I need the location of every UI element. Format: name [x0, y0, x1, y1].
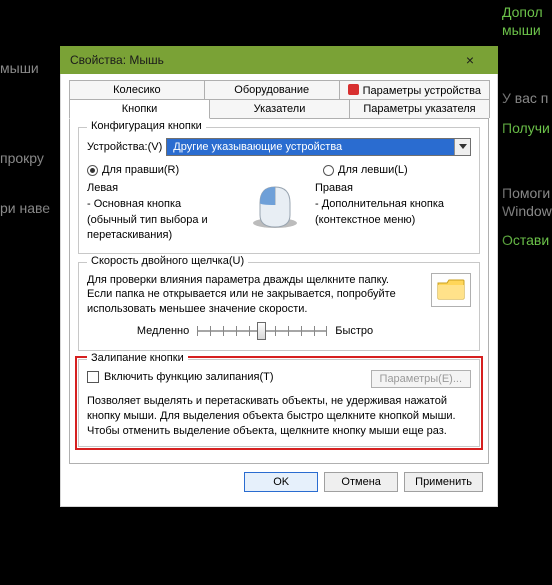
bg-text: Window	[502, 203, 552, 219]
group-double-click: Скорость двойного щелчка(U) Для проверки…	[78, 262, 480, 351]
mouse-icon	[243, 182, 307, 232]
radio-right-label: Для правши(R)	[102, 164, 179, 176]
ok-button[interactable]: OK	[244, 472, 318, 492]
dclick-text: использовать меньшее значение скорости.	[87, 302, 423, 316]
right-desc: - Дополнительная кнопка	[315, 198, 471, 212]
group-click-lock-legend: Залипание кнопки	[87, 352, 188, 364]
devices-label: Устройства:(V)	[87, 141, 162, 153]
tab-device-settings[interactable]: Параметры устройства	[339, 80, 490, 100]
dclick-text: Если папка не открывается или не закрыва…	[87, 287, 423, 301]
left-desc: - Основная кнопка	[87, 198, 243, 212]
radio-right-handed[interactable]: Для правши(R)	[87, 164, 235, 176]
bg-text: У вас п	[502, 90, 548, 106]
slider-fast-label: Быстро	[335, 324, 373, 338]
clicklock-help: кнопку мыши. Для выделения объекта быстр…	[87, 409, 471, 424]
checkbox-icon	[87, 371, 99, 383]
clicklock-params-button: Параметры(E)...	[371, 370, 471, 388]
devices-select-value: Другие указывающие устройства	[173, 141, 342, 153]
right-title: Правая	[315, 182, 471, 196]
tab-wheel[interactable]: Колесико	[69, 80, 205, 100]
left-title: Левая	[87, 182, 243, 196]
bg-text: прокру	[0, 150, 44, 166]
group-click-lock: Залипание кнопки Включить функцию залипа…	[78, 359, 480, 448]
slider-thumb[interactable]	[257, 322, 266, 340]
chevron-down-icon	[454, 139, 470, 155]
devices-select[interactable]: Другие указывающие устройства	[166, 138, 471, 156]
radio-left-label: Для левши(L)	[338, 164, 408, 176]
bg-text: ри наве	[0, 200, 50, 216]
dclick-text: Для проверки влияния параметра дважды ще…	[87, 273, 423, 287]
clicklock-label: Включить функцию залипания(T)	[104, 371, 274, 383]
bg-text: мыши	[502, 22, 541, 38]
left-desc: перетаскивания)	[87, 229, 243, 243]
synaptics-icon	[348, 84, 359, 95]
group-double-click-legend: Скорость двойного щелчка(U)	[87, 255, 248, 267]
radio-left-handed[interactable]: Для левши(L)	[323, 164, 471, 176]
tab-buttons[interactable]: Кнопки	[69, 99, 210, 119]
mouse-properties-dialog: Свойства: Мышь × Колесико Оборудование П…	[60, 46, 498, 507]
bg-text: Получи	[502, 120, 550, 136]
clicklock-help: Чтобы отменить выделение объекта, щелкни…	[87, 424, 471, 439]
bg-text: Остави	[502, 232, 549, 248]
bg-text: Допол	[502, 4, 543, 20]
radio-icon	[87, 165, 98, 176]
bg-text: Помоги	[502, 185, 550, 201]
window-title: Свойства: Мышь	[70, 53, 450, 67]
group-button-config-legend: Конфигурация кнопки	[87, 120, 206, 132]
titlebar[interactable]: Свойства: Мышь ×	[60, 46, 498, 74]
bg-text: мыши	[0, 60, 39, 76]
left-desc: (обычный тип выбора и	[87, 214, 243, 228]
apply-button[interactable]: Применить	[404, 472, 483, 492]
cancel-button[interactable]: Отмена	[324, 472, 398, 492]
dclick-speed-slider[interactable]	[197, 320, 327, 342]
clicklock-checkbox[interactable]: Включить функцию залипания(T)	[87, 371, 274, 383]
group-button-config: Конфигурация кнопки Устройства:(V) Други…	[78, 127, 480, 254]
tab-device-label: Параметры устройства	[363, 85, 481, 97]
radio-icon	[323, 165, 334, 176]
test-folder[interactable]	[431, 273, 471, 307]
tab-pointer-options[interactable]: Параметры указателя	[349, 99, 490, 118]
slider-slow-label: Медленно	[137, 324, 189, 338]
close-button[interactable]: ×	[450, 49, 490, 71]
clicklock-help: Позволяет выделять и перетаскивать объек…	[87, 394, 471, 409]
right-desc: (контекстное меню)	[315, 214, 471, 228]
tab-pointers[interactable]: Указатели	[209, 99, 350, 118]
tab-hardware[interactable]: Оборудование	[204, 80, 340, 100]
